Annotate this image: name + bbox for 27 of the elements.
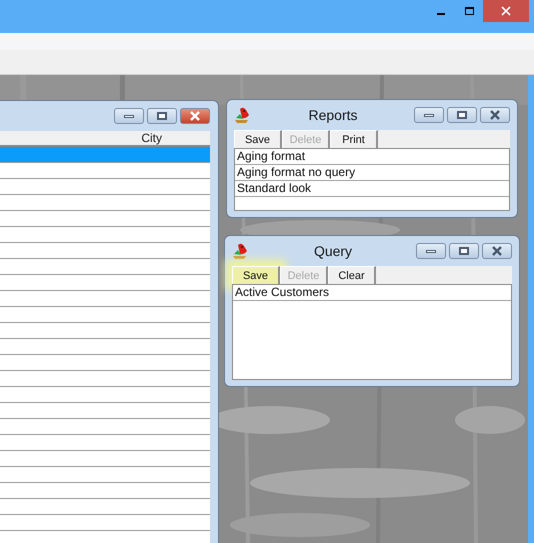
restore-button[interactable] xyxy=(447,107,477,123)
restore-button[interactable] xyxy=(449,243,479,259)
toolbar-button[interactable]: Save xyxy=(234,130,282,148)
column-header[interactable]: City xyxy=(0,131,210,145)
toolbar-button[interactable]: Print xyxy=(330,130,378,148)
parrot-icon xyxy=(232,242,250,260)
close-icon xyxy=(189,111,201,121)
close-icon xyxy=(491,246,503,256)
close-icon xyxy=(501,6,511,16)
close-button[interactable] xyxy=(483,0,529,22)
close-button[interactable] xyxy=(482,243,512,259)
minimize-button[interactable] xyxy=(414,107,444,123)
close-icon xyxy=(489,110,501,120)
list-item[interactable]: Aging format xyxy=(235,149,509,165)
close-button[interactable] xyxy=(180,108,210,124)
list-item[interactable]: Standard look xyxy=(235,181,509,197)
parrot-icon xyxy=(234,106,252,124)
window-title: Reports xyxy=(307,106,359,125)
toolbar-button[interactable]: Clear xyxy=(328,266,376,284)
restore-button[interactable] xyxy=(147,108,177,124)
highlighted-button[interactable]: Save xyxy=(232,266,280,284)
close-button[interactable] xyxy=(480,107,510,123)
window-title: Query xyxy=(312,242,354,261)
minimize-button[interactable] xyxy=(416,243,446,259)
minimize-button[interactable] xyxy=(114,108,144,124)
list-item[interactable]: Aging format no query xyxy=(235,165,509,181)
list-item[interactable]: Active Customers xyxy=(233,285,511,301)
